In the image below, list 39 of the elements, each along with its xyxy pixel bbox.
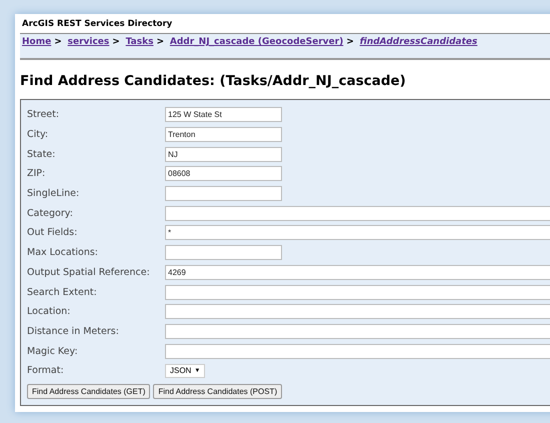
breadcrumb-separator: > (346, 37, 354, 47)
field-label: Category: (27, 208, 74, 219)
breadcrumb-link[interactable]: services (68, 37, 110, 47)
input-field[interactable] (165, 206, 550, 221)
input-field[interactable] (165, 324, 550, 339)
field-label: Search Extent: (27, 286, 98, 298)
input-field[interactable] (165, 186, 282, 202)
field-label: Distance in Meters: (27, 326, 120, 337)
field-label: ZIP: (27, 168, 46, 180)
input-field[interactable] (165, 284, 550, 300)
input-field[interactable]: 125 W State St (165, 107, 282, 122)
input-field[interactable] (165, 245, 282, 260)
submit-button[interactable]: Find Address Candidates (GET) (27, 384, 150, 399)
breadcrumb-link[interactable]: Tasks (126, 37, 154, 47)
field-label: Street: (27, 109, 60, 120)
submit-button[interactable]: Find Address Candidates (POST) (153, 384, 282, 399)
field-label: Out Fields: (27, 227, 78, 238)
field-label: Format: (27, 365, 65, 376)
input-field[interactable]: 08608 (165, 166, 282, 182)
breadcrumb-link[interactable]: Home (22, 37, 52, 47)
breadcrumb-link[interactable]: findAddressCandidates (360, 37, 478, 47)
breadcrumb-link[interactable]: Addr_NJ_cascade (GeocodeServer) (170, 37, 344, 47)
field-label: State: (27, 148, 56, 160)
input-field[interactable] (165, 344, 550, 359)
page-heading: Find Address Candidates: (Tasks/Addr_NJ_cascade) (20, 72, 407, 91)
field-label: Output Spatial Reference: (27, 266, 151, 278)
field-label: Magic Key: (27, 346, 79, 357)
field-label: SingleLine: (27, 188, 80, 200)
breadcrumb-separator: > (156, 37, 164, 47)
input-field[interactable]: Trenton (165, 127, 282, 142)
input-field[interactable]: * (165, 225, 550, 240)
field-label: Max Locations: (27, 247, 99, 258)
field-label: Location: (27, 306, 72, 318)
breadcrumb-separator: > (54, 37, 62, 47)
input-field[interactable] (165, 304, 550, 320)
input-field[interactable]: NJ (165, 146, 282, 162)
input-field[interactable]: 4269 (165, 264, 550, 280)
breadcrumb-separator: > (112, 37, 120, 47)
field-label: City: (27, 129, 50, 140)
